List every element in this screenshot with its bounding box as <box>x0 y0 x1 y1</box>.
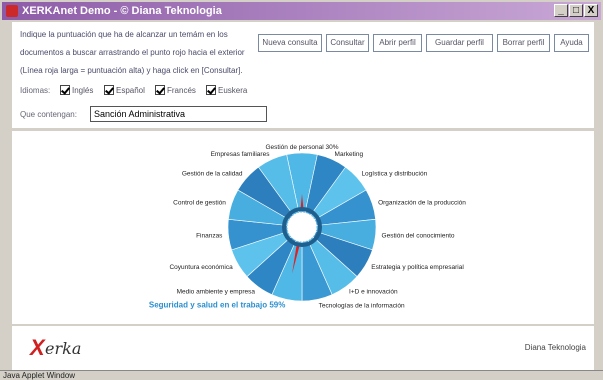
status-bar: Java Applet Window <box>0 370 603 380</box>
topic-label: Seguridad y salud en el trabajo 59% <box>149 300 286 309</box>
topic-label: Medio ambiente y empresa <box>177 289 256 296</box>
language-label: Inglés <box>72 85 94 95</box>
abrir-perfil-button[interactable]: Abrir perfil <box>373 34 422 52</box>
footer-panel: X erka Diana Teknologia <box>12 326 594 370</box>
topic-label: Empresas familiares <box>211 151 271 158</box>
checkbox-checked-icon[interactable] <box>206 85 216 95</box>
minimize-button[interactable]: _ <box>554 4 568 17</box>
language-label: Euskera <box>218 85 248 95</box>
topic-label: Gestión de la calidad <box>182 170 243 177</box>
language-label: Español <box>116 85 145 95</box>
search-label: Que contengan: <box>20 110 77 119</box>
maximize-button[interactable]: □ <box>569 4 583 17</box>
topic-label: Estrategia y política empresarial <box>371 264 464 271</box>
topic-label: Organización de la producción <box>378 199 466 206</box>
topic-label: Logística y distribución <box>361 170 427 177</box>
wheel-hub[interactable] <box>286 211 318 243</box>
query-panel: Indique la puntuación que ha de alcanzar… <box>12 22 594 128</box>
instruction-line: (Línea roja larga = puntuación alta) y h… <box>20 66 243 75</box>
language-checkbox-frances[interactable]: Francés <box>155 83 196 97</box>
app-window: XERKAnet Demo - © Diana Teknologia _ □ X… <box>0 0 603 380</box>
borrar-perfil-button[interactable]: Borrar perfil <box>497 34 550 52</box>
status-text: Java Applet Window <box>3 371 76 380</box>
logo-text: erka <box>45 339 82 358</box>
window-title: XERKAnet Demo - © Diana Teknologia <box>22 5 222 17</box>
checkbox-checked-icon[interactable] <box>155 85 165 95</box>
topic-wheel-panel: Gestión de personal 30% Marketing Logístic… <box>12 131 594 324</box>
topic-label: Control de gestión <box>173 199 226 206</box>
topic-label: Coyuntura económica <box>169 264 233 271</box>
nueva-consulta-button[interactable]: Nueva consulta <box>258 34 322 52</box>
topic-label: Gestión de personal 30% <box>266 144 339 151</box>
language-checkbox-ingles[interactable]: Inglés <box>60 83 93 97</box>
checkbox-checked-icon[interactable] <box>104 85 114 95</box>
language-checkbox-espanol[interactable]: Español <box>104 83 145 97</box>
topic-label: I+D e innovación <box>349 289 398 296</box>
xerka-logo: X erka <box>30 336 90 362</box>
consultar-button[interactable]: Consultar <box>326 34 369 52</box>
company-name: Diana Teknologia <box>524 343 586 352</box>
guardar-perfil-button[interactable]: Guardar perfil <box>426 34 493 52</box>
topic-label: Finanzas <box>196 232 223 239</box>
topic-label: Gestión del conocimiento <box>382 232 455 239</box>
app-icon <box>6 5 18 17</box>
topic-label: Marketing <box>335 151 364 158</box>
logo-mark: X <box>30 335 45 360</box>
topic-label: Tecnologías de la información <box>319 302 405 309</box>
language-label: Francés <box>167 85 196 95</box>
language-checkbox-euskera[interactable]: Euskera <box>206 83 247 97</box>
title-bar[interactable]: XERKAnet Demo - © Diana Teknologia _ □ X <box>2 2 601 20</box>
checkbox-checked-icon[interactable] <box>60 85 70 95</box>
search-input[interactable] <box>90 106 267 122</box>
ayuda-button[interactable]: Ayuda <box>554 34 589 52</box>
languages-label: Idiomas: <box>20 86 51 95</box>
instruction-line: Indique la puntuación que ha de alcanzar… <box>20 30 228 39</box>
close-button[interactable]: X <box>584 4 598 17</box>
topic-wheel[interactable]: Gestión de personal 30%Marketing Logístic… <box>12 131 594 324</box>
instruction-line: documentos a buscar arrastrando el punto… <box>20 48 245 57</box>
